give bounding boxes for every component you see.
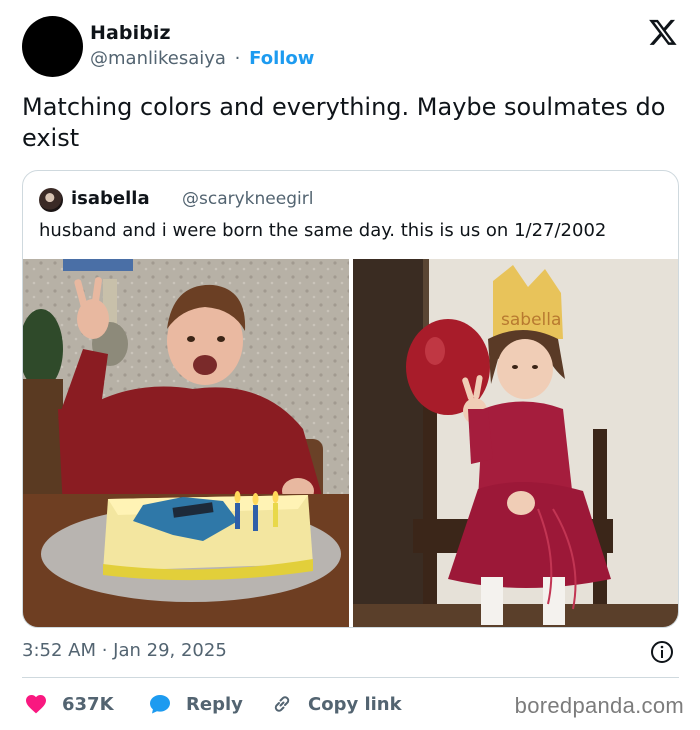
footer-divider xyxy=(22,677,679,678)
like-button[interactable]: 637K xyxy=(24,690,114,718)
quoted-photos: sabella xyxy=(23,259,678,627)
like-count: 637K xyxy=(62,693,114,715)
tweet-card: Habibiz @manlikesaiya · Follow Matching … xyxy=(0,0,700,730)
reply-label: Reply xyxy=(186,693,243,715)
reply-button[interactable]: Reply xyxy=(148,690,243,718)
x-logo-icon[interactable] xyxy=(648,17,678,47)
link-icon xyxy=(274,696,290,712)
crown-text: sabella xyxy=(501,310,561,330)
author-name[interactable]: Habibiz xyxy=(90,22,171,44)
author-avatar[interactable] xyxy=(22,16,83,77)
photo-boy-with-cake[interactable] xyxy=(23,259,349,627)
tweet-text: Matching colors and everything. Maybe so… xyxy=(22,93,666,152)
quoted-tweet-text: husband and i were born the same day. th… xyxy=(39,220,607,241)
quoted-author-handle[interactable]: @scarykneegirl xyxy=(182,189,313,209)
follow-button[interactable]: Follow xyxy=(249,48,314,69)
author-handle-row: @manlikesaiya · Follow xyxy=(90,48,314,69)
watermark: boredpanda.com xyxy=(514,693,684,718)
quoted-author-avatar[interactable] xyxy=(39,188,63,212)
author-handle[interactable]: @manlikesaiya xyxy=(90,48,226,69)
separator-dot: · xyxy=(234,48,241,69)
quoted-tweet[interactable]: isabella @scarykneegirl husband and i we… xyxy=(22,170,679,628)
reply-bubble-icon xyxy=(150,695,170,714)
heart-icon xyxy=(26,695,46,714)
tweet-timestamp[interactable]: 3:52 AM · Jan 29, 2025 xyxy=(22,640,227,661)
quoted-author-name[interactable]: isabella xyxy=(71,188,150,209)
photo-girl-with-crown[interactable]: sabella xyxy=(353,259,678,627)
info-icon[interactable] xyxy=(650,640,674,664)
copy-link-label: Copy link xyxy=(308,693,402,715)
copy-link-button[interactable]: Copy link xyxy=(270,690,402,718)
